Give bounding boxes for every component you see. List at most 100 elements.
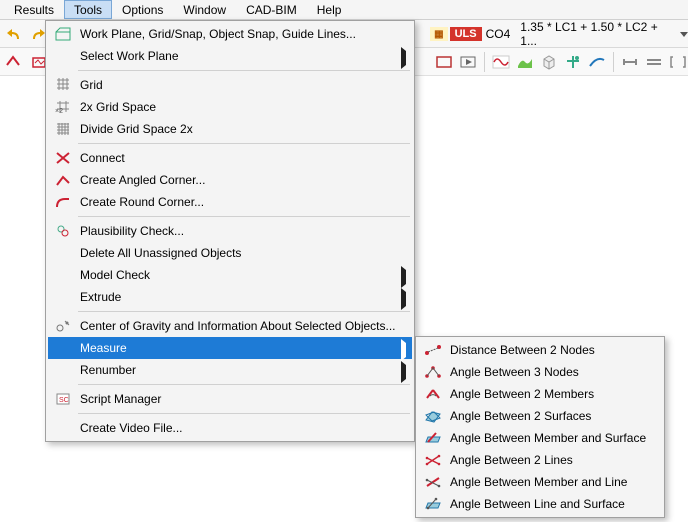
label: Delete All Unassigned Objects [76, 246, 394, 260]
mi-grid2x[interactable]: ×2 2x Grid Space [48, 96, 412, 118]
label: Window [183, 3, 226, 17]
sm-angms[interactable]: Angle Between Member and Surface [418, 427, 662, 449]
label: Measure [76, 341, 394, 355]
menu-tools[interactable]: Tools [64, 0, 112, 19]
label: Options [122, 3, 163, 17]
mi-angled[interactable]: Create Angled Corner... [48, 169, 412, 191]
mi-delete-unassigned[interactable]: Delete All Unassigned Objects [48, 242, 412, 264]
dist-nodes-icon [420, 339, 446, 361]
menu-results[interactable]: Results [4, 0, 64, 19]
frame-icon[interactable] [433, 51, 455, 73]
combo-id: CO4 [486, 27, 511, 41]
label: Create Video File... [76, 421, 394, 435]
svg-text:×2: ×2 [55, 108, 63, 114]
menu-window[interactable]: Window [173, 0, 236, 19]
hbar-icon[interactable] [619, 51, 641, 73]
mi-select-workplane[interactable]: Select Work Plane [48, 45, 412, 67]
menu-options[interactable]: Options [112, 0, 173, 19]
undo-icon[interactable] [3, 23, 25, 45]
label: Angle Between Member and Surface [446, 431, 646, 445]
mi-video[interactable]: Create Video File... [48, 417, 412, 439]
menu-cadbim[interactable]: CAD-BIM [236, 0, 307, 19]
label: CAD-BIM [246, 3, 297, 17]
label: Script Manager [76, 392, 394, 406]
label: Angle Between Line and Surface [446, 497, 644, 511]
label: Select Work Plane [76, 49, 394, 63]
dropdown-arrow-icon[interactable] [680, 30, 688, 38]
stroke-icon[interactable] [586, 51, 608, 73]
eqbar-icon[interactable] [643, 51, 665, 73]
combo-expression[interactable]: 1.35 * LC1 + 1.50 * LC2 + 1... [520, 20, 674, 48]
mi-grid[interactable]: Grid [48, 74, 412, 96]
label: Angle Between Member and Line [446, 475, 644, 489]
blank-icon [50, 359, 76, 381]
svg-text:SC: SC [59, 397, 69, 404]
label: Extrude [76, 290, 394, 304]
submenu-arrow-icon [401, 292, 406, 306]
sm-ang3n[interactable]: Angle Between 3 Nodes [418, 361, 662, 383]
blank-icon [50, 286, 76, 308]
uls-badge: ULS [450, 27, 482, 41]
bracket-icon[interactable] [667, 51, 688, 73]
blank-icon [50, 242, 76, 264]
mi-round[interactable]: Create Round Corner... [48, 191, 412, 213]
sm-angml[interactable]: Angle Between Member and Line [418, 471, 662, 493]
script-icon: SC [50, 388, 76, 410]
separator [78, 70, 410, 71]
menubar: Results Tools Options Window CAD-BIM Hel… [0, 0, 688, 20]
mi-plausibility[interactable]: Plausibility Check... [48, 220, 412, 242]
mi-cog[interactable]: Center of Gravity and Information About … [48, 315, 412, 337]
label: Center of Gravity and Information About … [76, 319, 396, 333]
ang3n-icon [420, 361, 446, 383]
mi-script[interactable]: SC Script Manager [48, 388, 412, 410]
ang2m-icon [420, 383, 446, 405]
submenu-arrow-icon [401, 270, 406, 284]
menu-help[interactable]: Help [307, 0, 352, 19]
angled-icon [50, 169, 76, 191]
griddiv-icon [50, 118, 76, 140]
label: Model Check [76, 268, 394, 282]
mi-model-check[interactable]: Model Check [48, 264, 412, 286]
mi-extrude[interactable]: Extrude [48, 286, 412, 308]
sm-ang2m[interactable]: Angle Between 2 Members [418, 383, 662, 405]
measure-submenu: Distance Between 2 Nodes Angle Between 3… [415, 336, 665, 518]
ang2s-icon [420, 405, 446, 427]
blank-icon [50, 417, 76, 439]
toolbar-2-right [432, 48, 688, 76]
surface-icon[interactable] [514, 51, 536, 73]
plausibility-icon [50, 220, 76, 242]
submenu-arrow-icon [401, 343, 406, 357]
label: 2x Grid Space [76, 100, 394, 114]
mi-connect[interactable]: Connect [48, 147, 412, 169]
label: Renumber [76, 363, 394, 377]
sm-dist2n[interactable]: Distance Between 2 Nodes [418, 339, 662, 361]
sm-angls[interactable]: Angle Between Line and Surface [418, 493, 662, 515]
mi-renumber[interactable]: Renumber [48, 359, 412, 381]
connect-icon [50, 147, 76, 169]
tools-dropdown: Work Plane, Grid/Snap, Object Snap, Guid… [45, 20, 415, 442]
mi-griddiv[interactable]: Divide Grid Space 2x [48, 118, 412, 140]
tool-a-icon[interactable] [1, 51, 25, 73]
workplane-icon [50, 23, 76, 45]
sm-ang2s[interactable]: Angle Between 2 Surfaces [418, 405, 662, 427]
separator [78, 143, 410, 144]
cog-icon [50, 315, 76, 337]
label: Tools [74, 3, 102, 17]
cross-icon[interactable] [562, 51, 584, 73]
label: Plausibility Check... [76, 224, 394, 238]
label: Connect [76, 151, 394, 165]
angms-icon [420, 427, 446, 449]
label: Angle Between 2 Surfaces [446, 409, 644, 423]
toolbar-right: ▦ ULS CO4 1.35 * LC1 + 1.50 * LC2 + 1... [430, 20, 688, 48]
submenu-arrow-icon [401, 365, 406, 379]
mi-measure[interactable]: Measure [48, 337, 412, 359]
play-icon[interactable] [457, 51, 479, 73]
cube-icon[interactable] [538, 51, 560, 73]
label: Angle Between 3 Nodes [446, 365, 644, 379]
separator [78, 384, 410, 385]
sm-ang2l[interactable]: Angle Between 2 Lines [418, 449, 662, 471]
blank-icon [50, 264, 76, 286]
mi-workplane[interactable]: Work Plane, Grid/Snap, Object Snap, Guid… [48, 23, 412, 45]
sine-icon[interactable] [490, 51, 512, 73]
angls-icon [420, 493, 446, 515]
